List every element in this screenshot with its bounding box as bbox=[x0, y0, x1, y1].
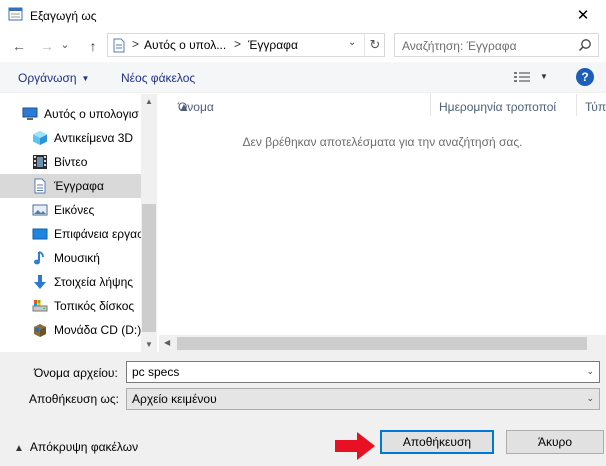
computer-icon bbox=[22, 107, 38, 120]
sidebar-item-label: Μονάδα CD (D:) bbox=[54, 323, 142, 337]
sidebar-item-label: Έγγραφα bbox=[54, 179, 104, 193]
save-form: Όνομα αρχείου: pc specs ⌄ Αποθήκευση ως:… bbox=[0, 352, 606, 466]
save-as-type-select[interactable]: Αρχείο κειμένου ⌄ bbox=[126, 388, 600, 410]
title-bar: Εξαγωγή ως ✕ bbox=[0, 0, 606, 30]
organize-label: Οργάνωση bbox=[18, 71, 77, 85]
file-list-pane: Όνομα ▲ Ημερομηνία τροποποί Τύπ Δεν βρέθ… bbox=[159, 94, 606, 352]
search-input[interactable]: Αναζήτηση: Έγγραφα bbox=[402, 39, 517, 53]
red-arrow-annotation-icon bbox=[335, 432, 375, 460]
sidebar-item-music[interactable]: Μουσική bbox=[0, 246, 141, 270]
close-icon: ✕ bbox=[576, 7, 590, 24]
sidebar-item-label: Αντικείμενα 3D bbox=[54, 131, 134, 145]
cube-3d-icon bbox=[33, 131, 47, 145]
help-icon: ? bbox=[581, 70, 589, 84]
sidebar-item-label: Τοπικός δίσκος bbox=[54, 299, 135, 313]
scrollbar-thumb[interactable] bbox=[177, 337, 587, 350]
column-header-type[interactable]: Τύπ bbox=[577, 94, 606, 116]
column-header-label: Τύπ bbox=[585, 100, 606, 114]
column-header-date-modified[interactable]: Ημερομηνία τροποποί bbox=[431, 94, 577, 116]
column-header-label: Ημερομηνία τροποποί bbox=[439, 100, 557, 114]
sidebar-item-label: Εικόνες bbox=[54, 203, 95, 217]
scroll-down-icon[interactable]: ▼ bbox=[145, 340, 153, 349]
save-as-type-label: Αποθήκευση ως: bbox=[29, 392, 119, 406]
sidebar-item-desktop[interactable]: Επιφάνεια εργασ bbox=[0, 222, 145, 246]
navigation-pane: Αυτός ο υπολογισ Αντικείμενα 3D Βίντεο Έ… bbox=[0, 94, 157, 352]
sidebar-item-downloads[interactable]: Στοιχεία λήψης bbox=[0, 270, 141, 294]
sidebar-item-cd-drive[interactable]: Μονάδα CD (D:) bbox=[0, 318, 141, 342]
file-list-horizontal-scrollbar[interactable]: ◀ bbox=[159, 335, 606, 352]
hide-folders-label: Απόκρυψη φακέλων bbox=[29, 440, 139, 454]
new-folder-button[interactable]: Νέος φάκελος bbox=[121, 71, 195, 85]
video-icon bbox=[33, 155, 47, 169]
forward-arrow-icon: → bbox=[40, 38, 54, 54]
sort-ascending-icon: ▲ bbox=[178, 100, 190, 114]
download-icon bbox=[34, 275, 46, 289]
view-details-icon[interactable] bbox=[514, 71, 530, 83]
address-dropdown-icon[interactable]: ⌄ bbox=[348, 37, 356, 48]
document-icon bbox=[113, 38, 125, 53]
address-bar[interactable]: > Αυτός ο υπολ... > Έγγραφα ⌄ ↻ bbox=[107, 33, 385, 57]
scrollbar-thumb[interactable] bbox=[142, 204, 156, 332]
notepad-app-icon bbox=[8, 7, 23, 21]
sidebar-item-3d-objects[interactable]: Αντικείμενα 3D bbox=[0, 126, 141, 150]
up-arrow-icon: ↑ bbox=[89, 38, 97, 54]
back-button[interactable]: ← bbox=[8, 36, 30, 56]
column-header-name[interactable]: Όνομα ▲ bbox=[159, 94, 431, 116]
breadcrumb-separator: > bbox=[132, 37, 140, 51]
caret-down-icon: ▼ bbox=[81, 74, 90, 83]
sidebar-item-label: Αυτός ο υπολογισ bbox=[44, 107, 139, 121]
breadcrumb-separator: > bbox=[234, 37, 242, 51]
filename-label: Όνομα αρχείου: bbox=[34, 366, 118, 380]
filename-field[interactable]: pc specs ⌄ bbox=[126, 361, 600, 383]
recent-locations-button[interactable]: ⌄ bbox=[58, 34, 72, 54]
up-button[interactable]: ↑ bbox=[82, 36, 104, 56]
save-button[interactable]: Αποθήκευση bbox=[380, 430, 494, 454]
command-toolbar: Οργάνωση ▼ Νέος φάκελος ▼ ? bbox=[0, 62, 606, 93]
cd-drive-icon bbox=[34, 324, 46, 337]
empty-results-message: Δεν βρέθηκαν αποτελέσματα για την αναζήτ… bbox=[242, 135, 523, 149]
close-button[interactable]: ✕ bbox=[560, 0, 606, 30]
document-icon bbox=[34, 178, 46, 194]
local-disk-icon bbox=[32, 300, 48, 312]
chevron-down-icon[interactable]: ⌄ bbox=[586, 366, 594, 377]
search-box[interactable]: Αναζήτηση: Έγγραφα bbox=[394, 33, 599, 57]
navigation-pane-scrollbar[interactable]: ▲ ▼ bbox=[141, 94, 157, 352]
sidebar-item-pictures[interactable]: Εικόνες bbox=[0, 198, 141, 222]
pictures-icon bbox=[32, 204, 48, 216]
window-title: Εξαγωγή ως bbox=[30, 9, 97, 23]
sidebar-item-this-pc[interactable]: Αυτός ο υπολογισ bbox=[0, 102, 141, 126]
navigation-bar: ← → ⌄ ↑ > Αυτός ο υπολ... > Έγγραφα ⌄ ↻ … bbox=[0, 30, 606, 62]
hide-folders-button[interactable]: ▲ Απόκρυψη φακέλων bbox=[14, 440, 138, 454]
filename-value: pc specs bbox=[132, 365, 180, 379]
sidebar-item-videos[interactable]: Βίντεο bbox=[0, 150, 141, 174]
forward-button[interactable]: → bbox=[36, 36, 58, 56]
desktop-icon bbox=[32, 228, 48, 240]
cancel-button[interactable]: Άκυρο bbox=[506, 430, 604, 454]
save-as-type-value: Αρχείο κειμένου bbox=[132, 392, 217, 406]
breadcrumb-this-pc[interactable]: Αυτός ο υπολ... bbox=[144, 38, 226, 52]
music-icon bbox=[34, 251, 44, 265]
sidebar-item-documents[interactable]: Έγγραφα bbox=[0, 174, 141, 198]
sidebar-item-label: Βίντεο bbox=[54, 155, 88, 169]
refresh-button[interactable]: ↻ bbox=[364, 34, 385, 56]
scroll-up-icon[interactable]: ▲ bbox=[145, 97, 153, 106]
sidebar-item-label: Στοιχεία λήψης bbox=[54, 275, 134, 289]
chevron-up-icon: ▲ bbox=[14, 443, 24, 454]
organize-button[interactable]: Οργάνωση ▼ bbox=[18, 71, 89, 85]
back-arrow-icon: ← bbox=[12, 38, 26, 54]
help-button[interactable]: ? bbox=[576, 68, 594, 86]
sidebar-item-local-disk[interactable]: Τοπικός δίσκος bbox=[0, 294, 141, 318]
sidebar-item-label: Μουσική bbox=[54, 251, 100, 265]
breadcrumb-documents[interactable]: Έγγραφα bbox=[248, 38, 298, 52]
chevron-down-icon: ⌄ bbox=[586, 393, 594, 403]
chevron-down-icon: ⌄ bbox=[60, 38, 70, 51]
scroll-left-icon[interactable]: ◀ bbox=[164, 338, 170, 347]
search-icon bbox=[578, 39, 591, 52]
refresh-icon: ↻ bbox=[369, 37, 381, 52]
view-options-caret-icon[interactable]: ▼ bbox=[540, 72, 548, 81]
sidebar-item-label: Επιφάνεια εργασ bbox=[54, 227, 145, 241]
